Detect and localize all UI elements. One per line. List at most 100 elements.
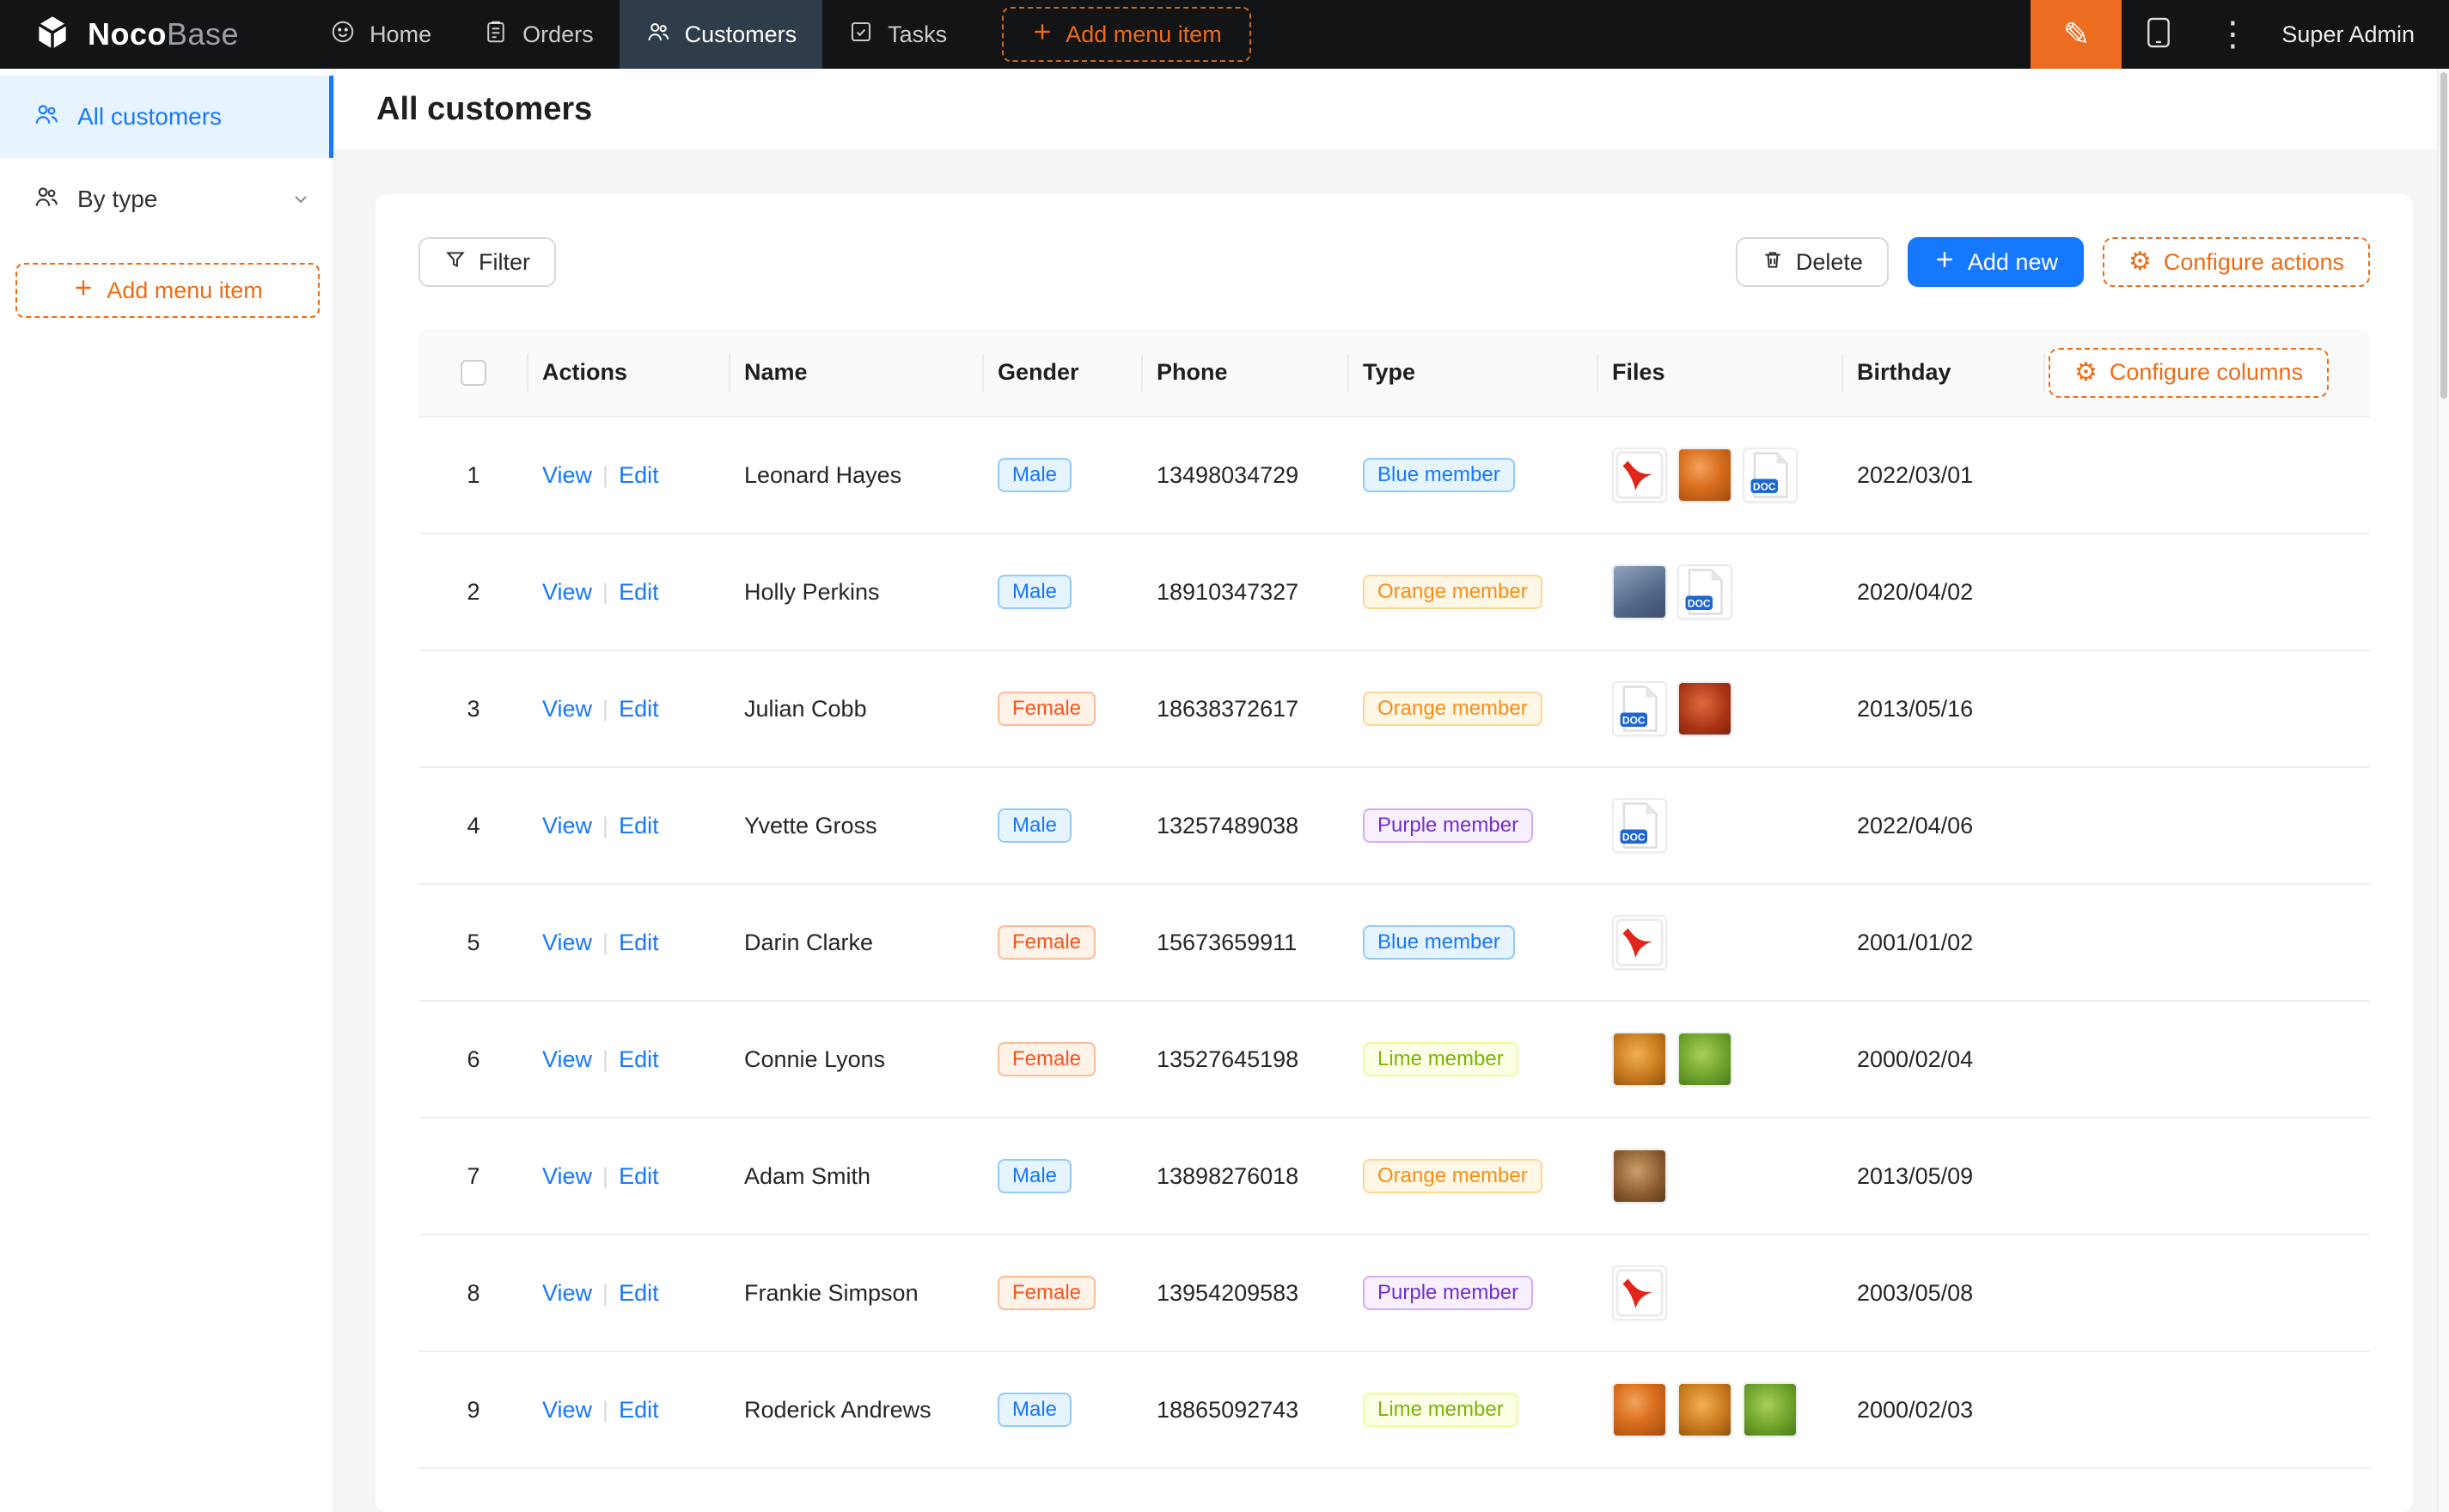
view-link[interactable]: View [542,1280,592,1306]
edit-link[interactable]: Edit [619,1397,659,1423]
doc-file-icon[interactable]: DOC [1612,798,1667,853]
image-thumbnail[interactable] [1612,1382,1667,1437]
filter-icon [444,248,467,277]
member-type-tag: Purple member [1363,808,1533,843]
customer-name: Leonard Hayes [730,462,984,489]
image-thumbnail[interactable] [1612,1149,1667,1204]
nav-label: Customers [685,21,797,48]
sidebar-item-by-type[interactable]: By type [0,158,333,241]
table-toolbar: Filter Delete Add new [418,237,2370,287]
phone-cell: 18865092743 [1143,1397,1349,1424]
row-actions: View|Edit [528,930,730,956]
sidebar-add-menu-item-button[interactable]: Add menu item [15,263,320,318]
add-new-button[interactable]: Add new [1908,237,2084,287]
row-index: 7 [418,1163,528,1190]
edit-link[interactable]: Edit [619,813,659,838]
gender-cell: Female [984,692,1143,726]
type-cell: Purple member [1349,1276,1598,1310]
column-header-actions: Actions [528,359,730,386]
view-link[interactable]: View [542,696,592,722]
edit-link[interactable]: Edit [619,1046,659,1072]
top-navbar: NocoBase Home Orders Customers Tasks Add [0,0,2449,69]
nav-item-customers[interactable]: Customers [620,0,823,69]
pdf-file-icon[interactable] [1612,448,1667,503]
edit-link[interactable]: Edit [619,1280,659,1306]
image-thumbnail[interactable] [1677,681,1732,736]
nav-item-orders[interactable]: Orders [457,0,620,69]
image-thumbnail[interactable] [1612,1032,1667,1087]
view-link[interactable]: View [542,813,592,838]
scrollbar-thumb[interactable] [2440,72,2447,399]
files-cell [1598,915,1843,970]
row-index: 4 [418,813,528,839]
phone-cell: 13954209583 [1143,1280,1349,1307]
header-add-menu-item-button[interactable]: Add menu item [1002,7,1251,62]
image-thumbnail[interactable] [1677,1032,1732,1087]
trash-icon [1762,248,1784,277]
gender-tag: Female [998,1276,1096,1310]
ellipsis-icon: ⋮ [2215,15,2250,54]
pdf-file-icon[interactable] [1612,1265,1667,1320]
nav-item-tasks[interactable]: Tasks [822,0,973,69]
view-link[interactable]: View [542,1046,592,1072]
table-row: 1View|EditLeonard HayesMale13498034729Bl… [418,418,2370,534]
pdf-file-icon[interactable] [1612,915,1667,970]
gender-tag: Female [998,692,1096,726]
phone-cell: 13257489038 [1143,813,1349,839]
image-thumbnail[interactable] [1612,564,1667,619]
doc-file-icon[interactable]: DOC [1612,681,1667,736]
row-index: 3 [418,696,528,722]
gear-icon: ⚙ [2128,249,2152,275]
more-options-button[interactable]: ⋮ [2196,0,2269,69]
phone-cell: 13898276018 [1143,1163,1349,1190]
gender-tag: Female [998,1042,1096,1076]
table-body: 1View|EditLeonard HayesMale13498034729Bl… [418,418,2370,1469]
view-link[interactable]: View [542,579,592,605]
image-thumbnail[interactable] [1677,448,1732,503]
nav-label: Home [369,21,431,48]
mobile-preview-button[interactable] [2122,0,2196,69]
add-menu-item-label: Add menu item [1066,21,1222,48]
customer-name: Julian Cobb [730,696,984,722]
page-scrollbar[interactable] [2437,69,2449,1512]
user-menu[interactable]: Super Admin [2269,21,2449,48]
edit-link[interactable]: Edit [619,462,659,488]
table-row: 3View|EditJulian CobbFemale18638372617Or… [418,651,2370,768]
table-row: 8View|EditFrankie SimpsonFemale139542095… [418,1235,2370,1352]
image-thumbnail[interactable] [1677,1382,1732,1437]
select-all-checkbox[interactable] [461,360,486,386]
type-cell: Blue member [1349,925,1598,960]
files-cell [1598,1032,1843,1087]
configure-columns-button[interactable]: ⚙ Configure columns [2049,348,2329,398]
toolbar-right: Delete Add new ⚙ Configure actions [1736,237,2370,287]
edit-link[interactable]: Edit [619,696,659,722]
row-index: 2 [418,579,528,606]
birthday-cell: 2022/03/01 [1843,462,2045,489]
column-header-gender: Gender [984,359,1143,386]
doc-file-icon[interactable]: DOC [1743,448,1798,503]
type-cell: Lime member [1349,1393,1598,1427]
row-index: 5 [418,930,528,956]
brand-logo[interactable]: NocoBase [0,11,270,58]
view-link[interactable]: View [542,1397,592,1423]
edit-link[interactable]: Edit [619,930,659,955]
gender-cell: Male [984,575,1143,609]
view-link[interactable]: View [542,1163,592,1189]
member-type-tag: Orange member [1363,1159,1542,1193]
ui-editor-button[interactable]: ✎ [2031,0,2122,69]
filter-button[interactable]: Filter [418,237,556,287]
column-header-type: Type [1349,359,1598,386]
edit-link[interactable]: Edit [619,579,659,605]
view-link[interactable]: View [542,462,592,488]
header-right: ✎ ⋮ Super Admin [2031,0,2449,69]
nav-item-home[interactable]: Home [304,0,457,69]
doc-file-icon[interactable]: DOC [1677,564,1732,619]
action-separator: | [602,1397,608,1423]
sidebar-item-all-customers[interactable]: All customers [0,76,333,158]
delete-button[interactable]: Delete [1736,237,1889,287]
view-link[interactable]: View [542,930,592,955]
plus-icon [72,277,95,305]
image-thumbnail[interactable] [1743,1382,1798,1437]
configure-actions-button[interactable]: ⚙ Configure actions [2103,237,2370,287]
edit-link[interactable]: Edit [619,1163,659,1189]
